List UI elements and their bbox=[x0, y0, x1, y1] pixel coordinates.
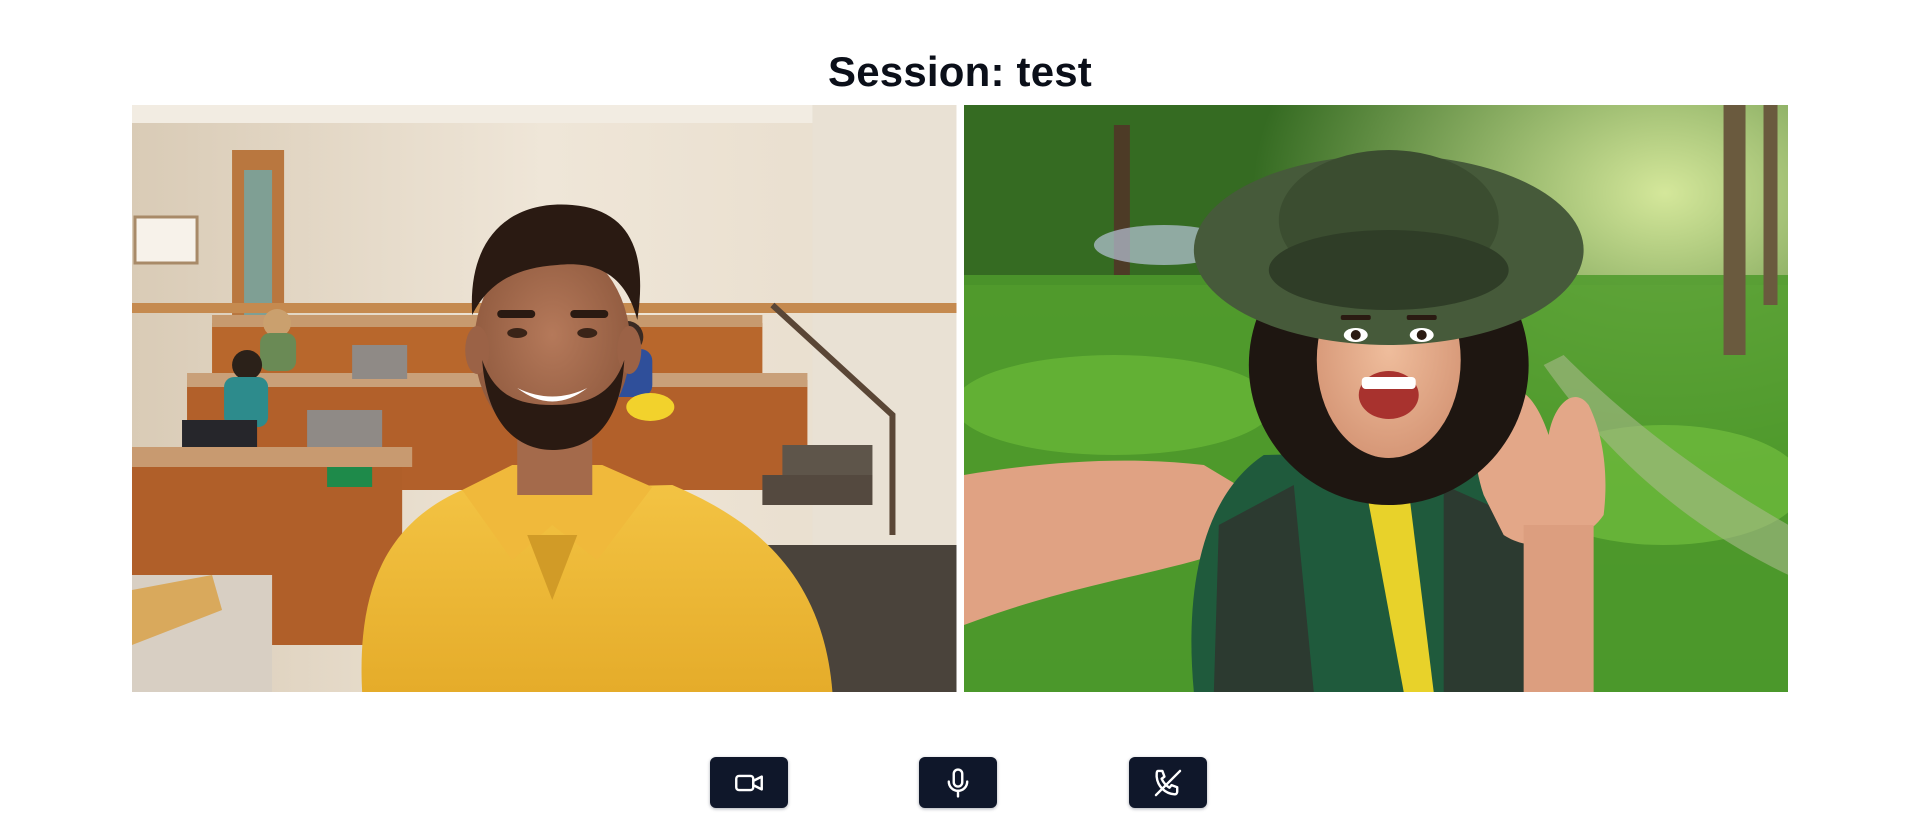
end-call-button[interactable] bbox=[1129, 757, 1207, 808]
camera-toggle-button[interactable] bbox=[710, 757, 788, 808]
video-camera-icon bbox=[735, 774, 763, 791]
video-feed-park bbox=[963, 105, 1788, 692]
video-tile-participant-2 bbox=[963, 105, 1788, 692]
phone-off-icon bbox=[1154, 769, 1182, 796]
page-title: Session: test bbox=[827, 48, 1092, 96]
video-grid bbox=[132, 105, 1788, 692]
video-tile-participant-1 bbox=[132, 105, 957, 692]
call-controls bbox=[710, 757, 1208, 808]
microphone-toggle-button[interactable] bbox=[919, 757, 997, 808]
microphone-icon bbox=[947, 767, 969, 798]
session-page: Session: test bbox=[0, 0, 1920, 836]
video-feed-classroom bbox=[132, 105, 957, 692]
